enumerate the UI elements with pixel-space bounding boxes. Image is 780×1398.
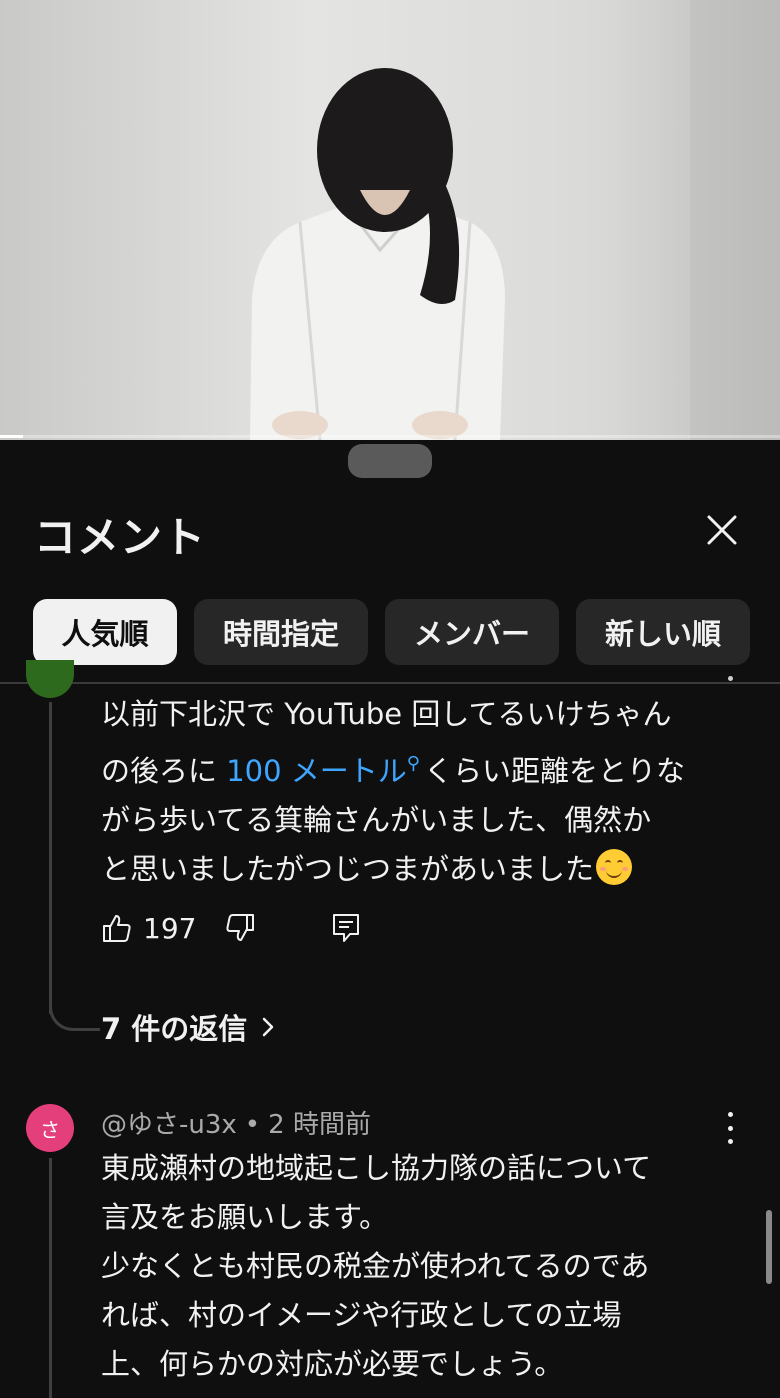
sheet-title: コメント: [34, 513, 207, 562]
replies-count: 7 件の返信: [101, 1012, 248, 1046]
comment-line: くらい距離をとりな: [423, 754, 685, 788]
meta-separator: •: [244, 1110, 261, 1140]
comment-line: 上、何らかの対応が必要でしょう。: [101, 1347, 564, 1381]
smiling-face-emoji: [596, 849, 633, 885]
comment-author[interactable]: @ゆさ-u3x: [101, 1110, 237, 1140]
comment-text: 以前下北沢で YouTube 回してるいけちゃん の後ろに 100 メートル⚲ く…: [101, 690, 741, 894]
avatar[interactable]: さ: [26, 1104, 74, 1152]
thumbs-down-icon[interactable]: [224, 912, 256, 944]
comment-line: 少なくとも村民の税金が使われてるのであ: [101, 1249, 650, 1283]
wall-shade: [600, 0, 780, 440]
more-dots-icon: [727, 1112, 733, 1117]
video-progress-fill: [0, 435, 24, 438]
chevron-right-icon: [263, 1017, 274, 1037]
search-icon: ⚲: [406, 753, 420, 774]
drag-handle[interactable]: [348, 444, 432, 478]
comment-line: 言及をお願いします。: [101, 1200, 389, 1234]
thumbs-up-icon[interactable]: [101, 912, 133, 944]
comment-text: 東成瀬村の地域起こし協力隊の話について 言及をお願いします。 少なくとも村民の税…: [101, 1144, 741, 1389]
comment-line: 以前下北沢で YouTube 回してるいけちゃん: [101, 697, 672, 731]
more-options-button[interactable]: [716, 1112, 744, 1144]
chip-members[interactable]: メンバー: [385, 599, 559, 665]
comment-time: 2 時間前: [268, 1110, 371, 1140]
thread-connector: [49, 974, 100, 1031]
comment-line: 東成瀬村の地域起こし協力隊の話について: [101, 1151, 652, 1185]
more-options-icon[interactable]: [724, 676, 736, 682]
chip-popular[interactable]: 人気順: [33, 599, 177, 665]
close-button[interactable]: [700, 508, 744, 552]
timestamp-link[interactable]: 100 メートル: [226, 754, 407, 788]
close-icon: [707, 515, 737, 545]
comments-sheet: コメント 人気順 時間指定 メンバー 新しい順 以前下北沢で YouTube 回…: [0, 440, 780, 1398]
thread-line: [49, 702, 52, 1014]
video-progress-track[interactable]: [0, 435, 780, 438]
like-count: 197: [143, 911, 197, 945]
avatar[interactable]: [26, 660, 74, 698]
chip-timestamp[interactable]: 時間指定: [194, 599, 368, 665]
chip-newest[interactable]: 新しい順: [576, 599, 750, 665]
comment-line: がら歩いてる箕輪さんがいました、偶然か: [101, 803, 652, 837]
reply-icon[interactable]: [330, 912, 362, 944]
comment-actions: 197: [101, 908, 362, 948]
comment-line: と思いましたがつじつまがあいました: [101, 852, 595, 886]
comment-meta: @ゆさ-u3x • 2 時間前: [101, 1104, 371, 1141]
chips-divider: [0, 682, 780, 684]
sort-chips: 人気順 時間指定 メンバー 新しい順: [33, 599, 750, 665]
thread-line: [49, 1158, 52, 1398]
view-replies-button[interactable]: 7 件の返信: [101, 1006, 275, 1048]
scrollbar[interactable]: [766, 1210, 772, 1284]
video-player[interactable]: [0, 0, 780, 440]
comment-line: の後ろに: [101, 754, 227, 788]
comment-line: れば、村のイメージや行政としての立場: [101, 1298, 622, 1332]
